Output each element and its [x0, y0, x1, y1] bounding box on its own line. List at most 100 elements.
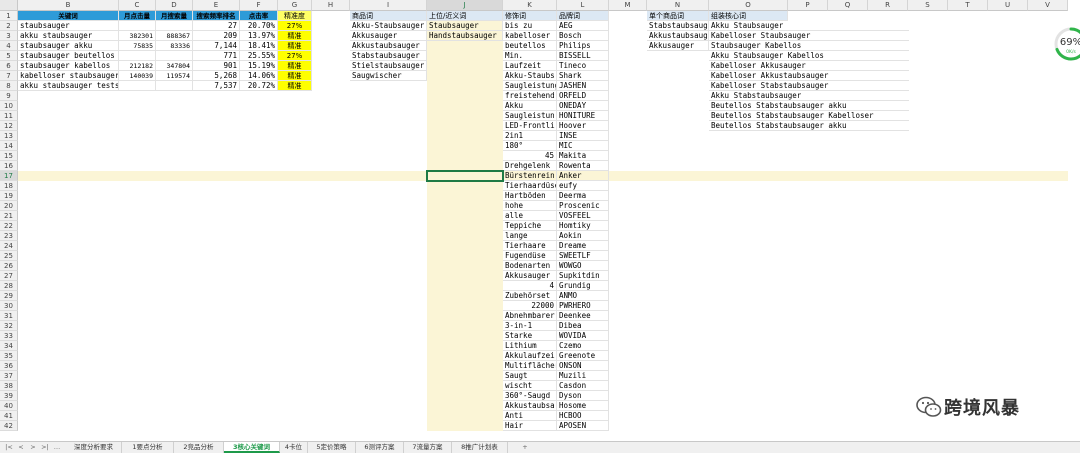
brand-cell[interactable]: PWRHERO: [557, 301, 609, 311]
brand-cell[interactable]: Greenote: [557, 351, 609, 361]
modifier-cell[interactable]: Anti: [503, 411, 557, 421]
row-header-23[interactable]: 23: [0, 231, 18, 241]
ctr-cell[interactable]: 20.72%: [240, 81, 278, 91]
row-header-3[interactable]: 3: [0, 31, 18, 41]
brand-cell[interactable]: Philips: [557, 41, 609, 51]
sheet-tab[interactable]: 2竞品分析: [174, 442, 224, 453]
row-header-16[interactable]: 16: [0, 161, 18, 171]
brand-cell[interactable]: Grundig: [557, 281, 609, 291]
column-header-p[interactable]: P: [788, 0, 828, 11]
brand-cell[interactable]: Makita: [557, 151, 609, 161]
brand-cell[interactable]: ONSON: [557, 361, 609, 371]
monthly-searches-cell[interactable]: 347804: [156, 61, 193, 71]
modifier-cell[interactable]: wischt: [503, 381, 557, 391]
precision-cell[interactable]: 精准: [278, 61, 312, 71]
search-rank-cell[interactable]: 7,537: [193, 81, 240, 91]
brand-cell[interactable]: Rowenta: [557, 161, 609, 171]
brand-cell[interactable]: Anker: [557, 171, 609, 181]
modifier-cell[interactable]: Akku: [503, 101, 557, 111]
modifier-cell[interactable]: 3-in-1: [503, 321, 557, 331]
search-rank-cell[interactable]: 27: [193, 21, 240, 31]
modifier-cell[interactable]: Lithium: [503, 341, 557, 351]
column-header-u[interactable]: U: [988, 0, 1028, 11]
synonym-cell[interactable]: Staubsauger: [427, 21, 503, 31]
brand-cell[interactable]: Muzili: [557, 371, 609, 381]
brand-cell[interactable]: HONITURE: [557, 111, 609, 121]
row-header-17[interactable]: 17: [0, 171, 18, 181]
precision-cell[interactable]: 精准: [278, 81, 312, 91]
row-header-10[interactable]: 10: [0, 101, 18, 111]
brand-cell[interactable]: Deerma: [557, 191, 609, 201]
ctr-cell[interactable]: 20.70%: [240, 21, 278, 31]
keyword-cell[interactable]: akku staubsauger: [18, 31, 119, 41]
modifier-cell[interactable]: lange: [503, 231, 557, 241]
modifier-cell[interactable]: Akku-Staubs: [503, 71, 557, 81]
modifier-cell[interactable]: Saugleistun: [503, 111, 557, 121]
add-sheet-icon[interactable]: +: [520, 442, 530, 453]
brand-cell[interactable]: Dibea: [557, 321, 609, 331]
header-b[interactable]: 关键词: [18, 11, 119, 21]
header-e[interactable]: 搜索频率排名: [193, 11, 240, 21]
modifier-cell[interactable]: 45: [503, 151, 557, 161]
column-header-n[interactable]: N: [647, 0, 709, 11]
row-header-29[interactable]: 29: [0, 291, 18, 301]
monthly-searches-cell[interactable]: 119574: [156, 71, 193, 81]
ctr-cell[interactable]: 13.97%: [240, 31, 278, 41]
keyword-cell[interactable]: akku staubsauger tests: [18, 81, 119, 91]
row-header-28[interactable]: 28: [0, 281, 18, 291]
row-header-5[interactable]: 5: [0, 51, 18, 61]
sheet-tab[interactable]: 1要点分析: [122, 442, 174, 453]
single-product-cell[interactable]: Akkustaubsauger: [647, 31, 709, 41]
network-speed-gauge[interactable]: 69% 0K/s: [1053, 26, 1080, 62]
modifier-cell[interactable]: Multiflächer: [503, 361, 557, 371]
brand-cell[interactable]: Deenkee: [557, 311, 609, 321]
modifier-cell[interactable]: 22000: [503, 301, 557, 311]
core-word-cell[interactable]: Kabelloser Stabstaubsauger: [709, 81, 909, 91]
modifier-cell[interactable]: alle: [503, 211, 557, 221]
header-l[interactable]: 品牌词: [557, 11, 609, 21]
header-c[interactable]: 月点击量: [119, 11, 156, 21]
row-header-25[interactable]: 25: [0, 251, 18, 261]
column-header-m[interactable]: M: [609, 0, 647, 11]
brand-cell[interactable]: Casdon: [557, 381, 609, 391]
keyword-cell[interactable]: staubsauger akku: [18, 41, 119, 51]
brand-cell[interactable]: Dyson: [557, 391, 609, 401]
brand-cell[interactable]: Supkitdin: [557, 271, 609, 281]
modifier-cell[interactable]: Tierhaare: [503, 241, 557, 251]
ctr-cell[interactable]: 15.19%: [240, 61, 278, 71]
monthly-clicks-cell[interactable]: [119, 51, 156, 61]
brand-cell[interactable]: Aokin: [557, 231, 609, 241]
column-header-c[interactable]: C: [119, 0, 156, 11]
brand-cell[interactable]: APOSEN: [557, 421, 609, 431]
keyword-cell[interactable]: staubsauger kabellos: [18, 61, 119, 71]
brand-cell[interactable]: Dreame: [557, 241, 609, 251]
brand-cell[interactable]: Bosch: [557, 31, 609, 41]
row-header-6[interactable]: 6: [0, 61, 18, 71]
single-product-cell[interactable]: Stabstaubsauger: [647, 21, 709, 31]
modifier-cell[interactable]: 360°-Saugd: [503, 391, 557, 401]
keyword-cell[interactable]: kabelloser staubsauger: [18, 71, 119, 81]
column-header-d[interactable]: D: [156, 0, 193, 11]
modifier-cell[interactable]: Starke: [503, 331, 557, 341]
header-i[interactable]: 商品词: [350, 11, 427, 21]
brand-cell[interactable]: ANMO: [557, 291, 609, 301]
modifier-cell[interactable]: 180°: [503, 141, 557, 151]
modifier-cell[interactable]: Teppiche: [503, 221, 557, 231]
brand-cell[interactable]: Hosome: [557, 401, 609, 411]
modifier-cell[interactable]: kabelloser: [503, 31, 557, 41]
modifier-cell[interactable]: Hair: [503, 421, 557, 431]
search-rank-cell[interactable]: 209: [193, 31, 240, 41]
core-word-cell[interactable]: Kabelloser Akkustaubsauger: [709, 71, 909, 81]
monthly-clicks-cell[interactable]: 140039: [119, 71, 156, 81]
sheet-tab[interactable]: 5定价策略: [308, 442, 356, 453]
column-header-b[interactable]: B: [18, 0, 119, 11]
modifier-cell[interactable]: Drehgelenk: [503, 161, 557, 171]
row-header-37[interactable]: 37: [0, 371, 18, 381]
keyword-cell[interactable]: staubsauger beutellos: [18, 51, 119, 61]
core-word-cell[interactable]: Beutellos Stabstaubsauger akku: [709, 101, 909, 111]
row-header-32[interactable]: 32: [0, 321, 18, 331]
precision-cell[interactable]: 精准: [278, 31, 312, 41]
product-word-cell[interactable]: Akku-Staubsauger: [350, 21, 427, 31]
first-sheet-icon[interactable]: |<: [4, 442, 14, 453]
brand-cell[interactable]: AEG: [557, 21, 609, 31]
